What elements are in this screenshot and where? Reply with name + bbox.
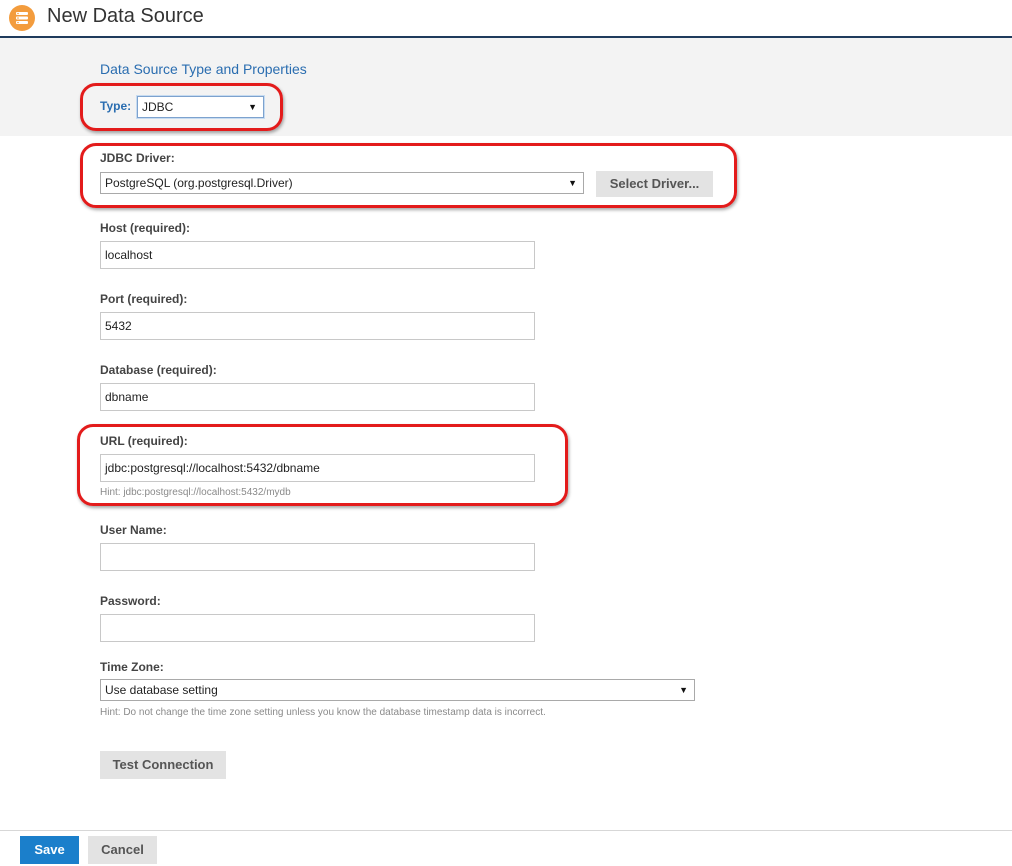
- timezone-label: Time Zone:: [100, 660, 164, 674]
- test-connection-button[interactable]: Test Connection: [100, 751, 226, 779]
- password-input[interactable]: [100, 614, 535, 642]
- host-label: Host (required):: [100, 221, 190, 235]
- header-bar: New Data Source: [0, 0, 1012, 38]
- password-label: Password:: [100, 594, 161, 608]
- driver-highlight: [80, 143, 737, 208]
- type-highlight: [80, 83, 283, 131]
- url-highlight: [77, 424, 568, 506]
- database-label: Database (required):: [100, 363, 217, 377]
- page-title: New Data Source: [47, 5, 204, 27]
- chevron-down-icon: ▼: [679, 685, 688, 695]
- username-label: User Name:: [100, 523, 167, 537]
- section-title: Data Source Type and Properties: [100, 61, 307, 77]
- port-label: Port (required):: [100, 292, 188, 306]
- cancel-button[interactable]: Cancel: [88, 836, 157, 864]
- timezone-select[interactable]: Use database setting ▼: [100, 679, 695, 701]
- save-button[interactable]: Save: [20, 836, 79, 864]
- timezone-hint: Hint: Do not change the time zone settin…: [100, 707, 546, 718]
- host-input[interactable]: localhost: [100, 241, 535, 269]
- database-input[interactable]: dbname: [100, 383, 535, 411]
- username-input[interactable]: [100, 543, 535, 571]
- database-icon: [9, 5, 35, 31]
- timezone-value: Use database setting: [105, 683, 218, 697]
- port-input[interactable]: 5432: [100, 312, 535, 340]
- footer-divider: [0, 830, 1012, 831]
